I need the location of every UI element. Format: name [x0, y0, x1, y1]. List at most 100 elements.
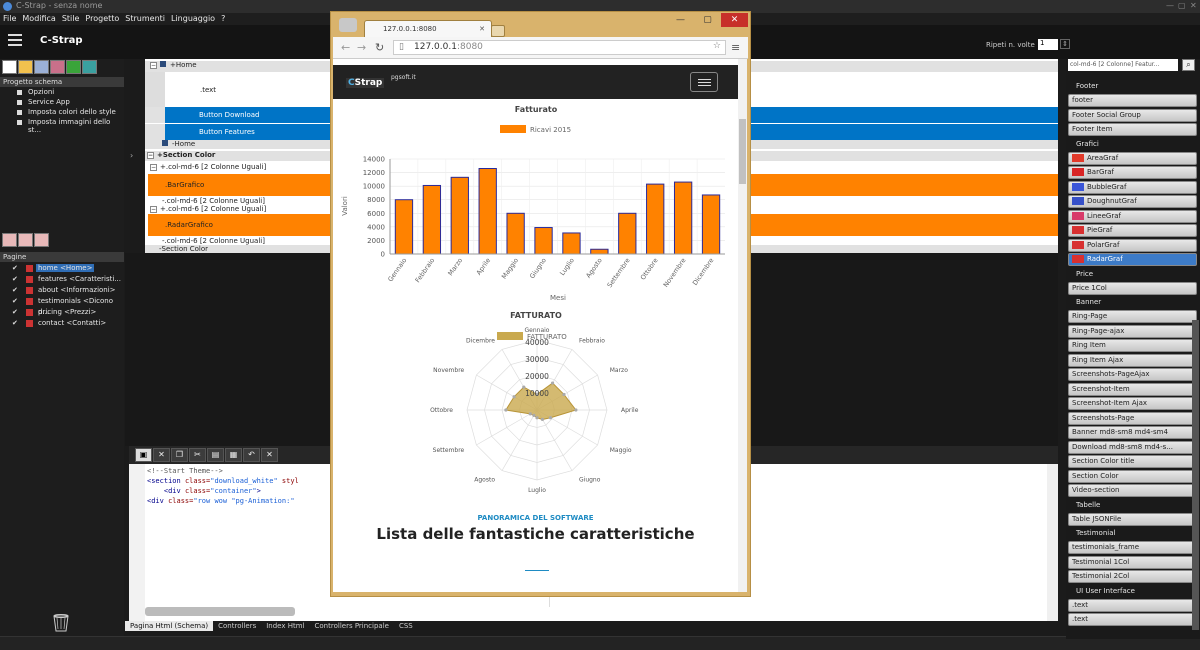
trash-icon[interactable]: [52, 612, 70, 632]
page-item[interactable]: ✔ home <Home>: [0, 263, 124, 274]
component-item[interactable]: Section Color title: [1068, 455, 1197, 468]
tab-css[interactable]: CSS: [394, 621, 418, 631]
component-item[interactable]: Screenshots-PageAjax: [1068, 368, 1197, 381]
run-browser-icon[interactable]: [82, 60, 97, 74]
edit-page-icon[interactable]: [18, 233, 33, 247]
menu-stile[interactable]: Stile: [59, 13, 83, 23]
component-item[interactable]: .text: [1068, 598, 1197, 612]
save-icon[interactable]: [34, 60, 49, 74]
page-item[interactable]: ✔ features <Caratteristi...: [0, 274, 124, 285]
schema-item-colors[interactable]: Imposta colori dello style: [0, 107, 124, 117]
component-item[interactable]: Footer Item: [1068, 123, 1197, 136]
navbar-toggle-button[interactable]: [690, 72, 718, 92]
tab-index-html[interactable]: Index Html: [261, 621, 309, 631]
browser-minimize-icon[interactable]: —: [668, 14, 693, 27]
vertical-scrollbar[interactable]: [1047, 464, 1058, 622]
component-search-input[interactable]: col-md-6 [2 Colonne] Featur...: [1068, 59, 1178, 71]
component-item[interactable]: Video-section: [1068, 484, 1197, 497]
tab-controllers[interactable]: Controllers: [213, 621, 261, 631]
collapse-icon[interactable]: −: [150, 62, 157, 69]
component-item[interactable]: Screenshot-Item Ajax: [1068, 397, 1197, 410]
scroll-thumb[interactable]: [739, 119, 746, 184]
schema-item-service-app[interactable]: Service App: [0, 97, 124, 107]
maximize-icon[interactable]: ▢: [1178, 1, 1186, 10]
component-item[interactable]: Screenshots-Page: [1068, 411, 1197, 425]
save-icon[interactable]: ▣: [135, 448, 152, 462]
undo-icon[interactable]: ↶: [243, 448, 260, 462]
menu-progetto[interactable]: Progetto: [82, 13, 122, 23]
check-icon[interactable]: ✔: [12, 318, 18, 329]
menu-strumenti[interactable]: Strumenti: [122, 13, 168, 23]
tab-pagina-html[interactable]: Pagina Html (Schema): [125, 621, 214, 631]
new-file-icon[interactable]: [2, 60, 17, 74]
close-icon[interactable]: ✕: [1190, 1, 1197, 10]
tab-controllers-principale[interactable]: Controllers Principale: [310, 621, 394, 631]
table-icon[interactable]: ▦: [225, 448, 242, 462]
schema-item-images[interactable]: Imposta immagini dello st...: [0, 117, 124, 135]
tab-close-icon[interactable]: ✕: [479, 25, 485, 33]
component-item[interactable]: Footer Social Group: [1068, 108, 1197, 122]
close-icon[interactable]: ✕: [153, 448, 170, 462]
new-tab-button[interactable]: [491, 25, 505, 37]
horizontal-scrollbar[interactable]: [145, 607, 295, 616]
component-item[interactable]: BarGraf: [1068, 166, 1197, 179]
component-item[interactable]: Price 1Col: [1068, 281, 1197, 295]
collapse-icon[interactable]: −: [150, 206, 157, 213]
component-item[interactable]: LineeGraf: [1068, 209, 1197, 223]
search-icon[interactable]: ⌕: [1182, 59, 1195, 71]
component-item[interactable]: Screenshot-Item: [1068, 382, 1197, 396]
delete-page-icon[interactable]: [34, 233, 49, 247]
forward-icon[interactable]: →: [357, 41, 366, 54]
repeat-stepper-icon[interactable]: ⇕: [1060, 39, 1070, 49]
component-item[interactable]: footer: [1068, 94, 1197, 107]
open-folder-icon[interactable]: [18, 60, 33, 74]
save-as-icon[interactable]: [50, 60, 65, 74]
component-item[interactable]: Table JSONFile: [1068, 512, 1197, 526]
check-icon[interactable]: ✔: [12, 285, 18, 296]
collapse-icon[interactable]: −: [150, 164, 157, 171]
page-item[interactable]: ✔ about <Informazioni>: [0, 285, 124, 296]
component-item[interactable]: Ring Item: [1068, 339, 1197, 352]
menu-file[interactable]: File: [0, 13, 19, 23]
menu-modifica[interactable]: Modifica: [19, 13, 58, 23]
component-item[interactable]: AreaGraf: [1068, 151, 1197, 165]
component-item[interactable]: PieGraf: [1068, 224, 1197, 237]
component-item[interactable]: Banner md8-sm8 md4-sm4: [1068, 426, 1197, 439]
check-icon[interactable]: ✔: [12, 274, 18, 285]
page-item[interactable]: ✔ testimonials <Dicono d...: [0, 296, 124, 316]
cut-icon[interactable]: ✂: [189, 448, 206, 462]
component-item[interactable]: Testimonial 1Col: [1068, 555, 1197, 569]
url-input[interactable]: ▯ 127.0.0.1:8080 ☆: [393, 40, 726, 55]
browser-profile-icon[interactable]: [339, 18, 357, 32]
tools-icon[interactable]: ✕: [261, 448, 278, 462]
copy-icon[interactable]: ❐: [171, 448, 188, 462]
hamburger-menu-icon[interactable]: [8, 34, 22, 46]
component-item[interactable]: .text: [1068, 613, 1197, 626]
component-item[interactable]: Download md8-sm8 md4-s...: [1068, 440, 1197, 454]
add-page-icon[interactable]: [2, 233, 17, 247]
component-item[interactable]: PolarGraf: [1068, 238, 1197, 252]
component-item[interactable]: Ring-Page-ajax: [1068, 324, 1197, 338]
code-text[interactable]: <!--Start Theme--> <section class="downl…: [147, 466, 299, 506]
reload-icon[interactable]: ↻: [375, 41, 384, 54]
component-item[interactable]: Testimonial 2Col: [1068, 570, 1197, 583]
right-scrollbar[interactable]: [1192, 320, 1199, 630]
menu-linguaggio[interactable]: Linguaggio: [168, 13, 218, 23]
expand-chevron-icon[interactable]: ›: [130, 151, 133, 160]
bookmark-star-icon[interactable]: ☆: [713, 41, 721, 51]
menu-help[interactable]: ?: [218, 13, 228, 23]
site-brand-logo[interactable]: CStrap: [346, 78, 385, 88]
component-item[interactable]: testimonials_frame: [1068, 541, 1197, 554]
component-item[interactable]: Section Color: [1068, 469, 1197, 483]
schema-item-opzioni[interactable]: Opzioni: [0, 87, 124, 97]
component-item[interactable]: Ring-Page: [1068, 310, 1197, 323]
page-item[interactable]: ✔ contact <Contatti>: [0, 318, 124, 329]
browser-tab[interactable]: 127.0.0.1:8080 ✕: [364, 20, 492, 37]
minimize-icon[interactable]: —: [1166, 1, 1174, 10]
browser-maximize-icon[interactable]: ▢: [695, 14, 720, 27]
component-item[interactable]: RadarGraf: [1068, 253, 1197, 266]
component-item[interactable]: BubbleGraf: [1068, 180, 1197, 194]
browser-scrollbar[interactable]: [738, 59, 747, 592]
browser-menu-icon[interactable]: ≡: [731, 41, 740, 54]
component-item[interactable]: Ring Item Ajax: [1068, 353, 1197, 367]
